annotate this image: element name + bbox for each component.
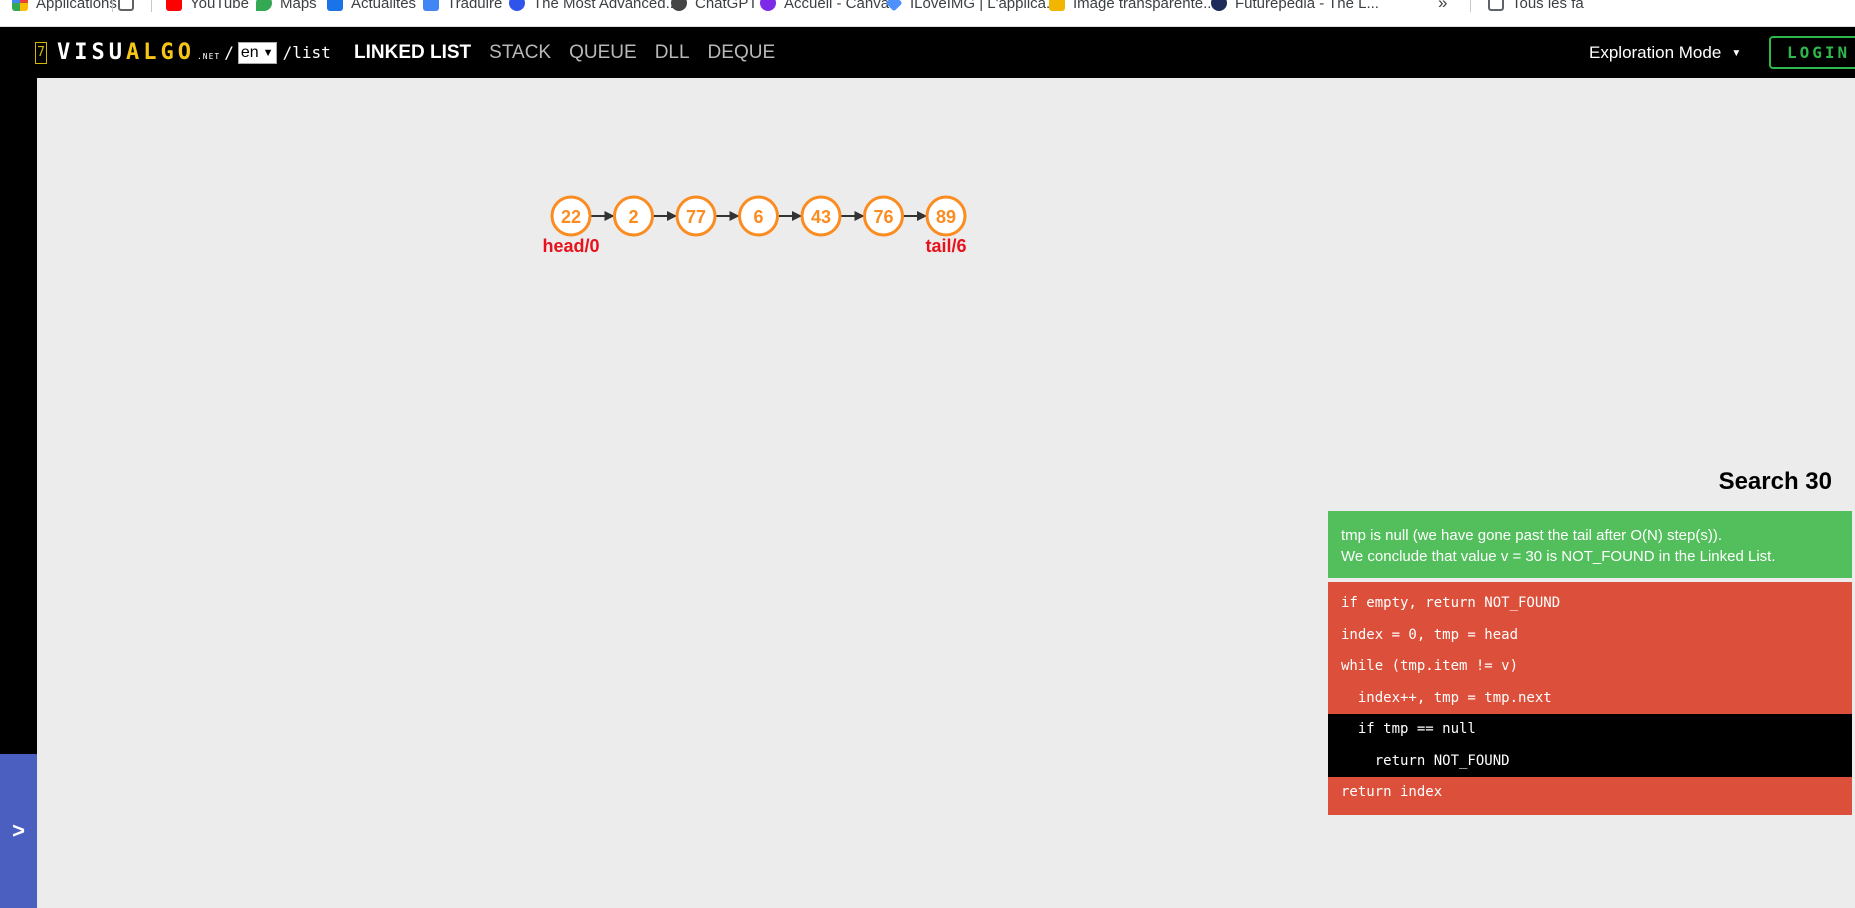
brand-b-icon bbox=[509, 0, 525, 11]
status-line: We conclude that value v = 30 is NOT_FOU… bbox=[1341, 548, 1776, 565]
page-path: /list bbox=[282, 43, 331, 62]
canva-icon bbox=[760, 0, 776, 11]
tail-pointer-label: tail/6 bbox=[925, 236, 966, 256]
code-line: if tmp == null bbox=[1328, 714, 1852, 746]
bookmarks-overflow-button[interactable]: » bbox=[1438, 0, 1447, 13]
bookmark-applications[interactable]: Applications bbox=[12, 0, 117, 13]
bookmark-tab-groups[interactable] bbox=[118, 0, 134, 13]
youtube-icon bbox=[166, 0, 182, 11]
bookmark-actualites[interactable]: Actualités bbox=[327, 0, 416, 13]
tab-dll[interactable]: DLL bbox=[655, 42, 690, 64]
operation-title: Search 30 bbox=[1718, 468, 1832, 495]
list-node: 77 bbox=[675, 195, 717, 237]
bookmark-separator bbox=[112, 0, 113, 12]
bookmark-most-advanced[interactable]: The Most Advanced... bbox=[509, 0, 678, 13]
logo-word: VISUALGO bbox=[57, 40, 195, 65]
tab-queue[interactable]: QUEUE bbox=[569, 42, 637, 64]
list-node: 6 bbox=[738, 195, 779, 237]
list-node: 2 bbox=[613, 195, 654, 237]
list-node: 89 bbox=[925, 195, 967, 237]
bookmark-youtube[interactable]: YouTube bbox=[166, 0, 249, 13]
list-node: 22 bbox=[550, 195, 592, 237]
apps-grid-icon bbox=[12, 0, 28, 11]
visualgo-logo[interactable]: 7 VISUALGO .NET / en ▼ /list bbox=[35, 40, 331, 65]
login-button[interactable]: LOGIN bbox=[1769, 36, 1855, 69]
list-node-value: 2 bbox=[628, 207, 638, 227]
folder-icon bbox=[1488, 0, 1504, 11]
bookmark-traduire[interactable]: Traduire bbox=[423, 0, 502, 13]
bookmark-image-transparente[interactable]: Image transparente... bbox=[1049, 0, 1216, 13]
list-node-value: 22 bbox=[561, 207, 581, 227]
list-node-value: 43 bbox=[811, 207, 831, 227]
tab-stack[interactable]: STACK bbox=[489, 42, 551, 64]
layers-icon bbox=[1049, 0, 1065, 11]
code-line: index = 0, tmp = head bbox=[1341, 626, 1519, 643]
language-select[interactable]: en ▼ bbox=[237, 41, 277, 64]
list-node-value: 6 bbox=[753, 207, 763, 227]
bookmark-iloveimg[interactable]: ILoveIMG | L'applica... bbox=[885, 0, 1059, 13]
tab-deque[interactable]: DEQUE bbox=[708, 42, 776, 64]
status-panel: tmp is null (we have gone past the tail … bbox=[1328, 511, 1852, 578]
list-node-value: 77 bbox=[686, 207, 706, 227]
bookmark-futurepedia[interactable]: Futurepedia - The L... bbox=[1211, 0, 1379, 13]
logo-slash: / bbox=[224, 43, 234, 62]
heart-icon bbox=[885, 0, 903, 12]
module-tabs: LINKED LIST STACK QUEUE DLL DEQUE bbox=[354, 42, 775, 64]
tab-linked-list[interactable]: LINKED LIST bbox=[354, 42, 471, 64]
code-line: while (tmp.item != v) bbox=[1341, 658, 1519, 674]
list-node: 43 bbox=[800, 195, 842, 237]
news-icon bbox=[327, 0, 343, 11]
code-line: if empty, return NOT_FOUND bbox=[1341, 595, 1561, 611]
linked-list-visualization: 22 2 77 6 43 76 89 head/0 tail/6 bbox=[542, 195, 967, 256]
bookmark-canva[interactable]: Accueil - Canva bbox=[760, 0, 889, 13]
list-node-value: 76 bbox=[873, 207, 893, 227]
caret-down-icon: ▼ bbox=[1731, 47, 1742, 59]
code-line: index++, tmp = tmp.next bbox=[1341, 689, 1552, 706]
code-line: return index bbox=[1341, 784, 1443, 800]
sidebar-toggle-button[interactable]: > bbox=[0, 754, 37, 908]
pseudocode-panel: if empty, return NOT_FOUND index = 0, tm… bbox=[1328, 582, 1852, 815]
bookmarks-bar: Applications YouTube Maps Actualités Tra… bbox=[0, 0, 1855, 27]
left-sidebar: > bbox=[0, 78, 37, 908]
bookmark-all-bookmarks[interactable]: Tous les fa bbox=[1488, 0, 1584, 13]
grid-icon bbox=[118, 0, 134, 11]
list-node: 76 bbox=[863, 195, 904, 237]
bookmark-separator bbox=[151, 0, 152, 12]
logo-seven-icon: 7 bbox=[35, 41, 47, 64]
bookmark-chatgpt[interactable]: ChatGPT bbox=[671, 0, 758, 13]
head-pointer-label: head/0 bbox=[542, 236, 599, 256]
top-navbar: 7 VISUALGO .NET / en ▼ /list LINKED LIST… bbox=[0, 27, 1855, 78]
bookmark-separator bbox=[1470, 0, 1471, 12]
futurepedia-icon bbox=[1211, 0, 1227, 11]
mode-dropdown[interactable]: Exploration Mode ▼ bbox=[1589, 43, 1741, 63]
status-line: tmp is null (we have gone past the tail … bbox=[1341, 527, 1722, 544]
list-node-value: 89 bbox=[936, 207, 956, 227]
maps-pin-icon bbox=[256, 0, 272, 11]
chevron-down-icon: ▼ bbox=[262, 46, 274, 59]
bookmark-maps[interactable]: Maps bbox=[256, 0, 317, 13]
code-line: return NOT_FOUND bbox=[1328, 745, 1852, 777]
chatgpt-icon bbox=[671, 0, 687, 11]
translate-icon bbox=[423, 0, 439, 11]
logo-net: .NET bbox=[196, 52, 221, 61]
chevron-right-icon: > bbox=[12, 818, 25, 843]
